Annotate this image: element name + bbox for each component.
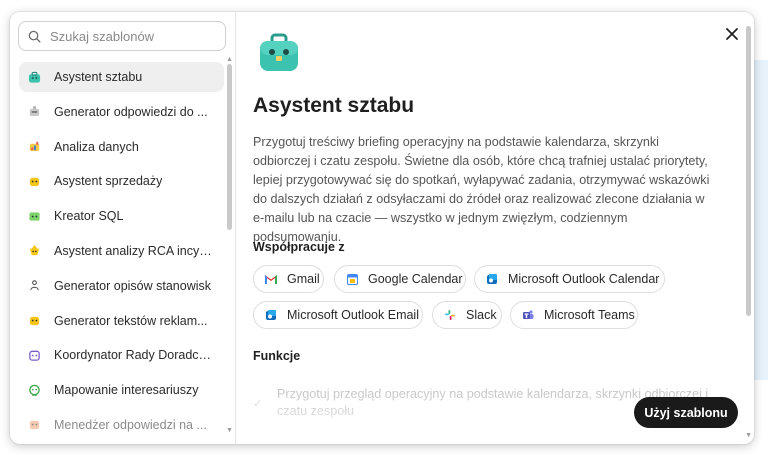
- search-box[interactable]: [18, 21, 226, 51]
- bot-yellow-icon: [28, 175, 41, 188]
- template-item-generator-tekstow[interactable]: Generator tekstów reklam...: [19, 306, 224, 336]
- integration-chip-gmail: Gmail: [253, 265, 324, 293]
- bot-yellow-flame-icon: [28, 244, 41, 257]
- template-item-generator-odpowiedzi[interactable]: Generator odpowiedzi do ...: [19, 97, 224, 127]
- integration-label: Microsoft Outlook Calendar: [508, 272, 660, 286]
- integration-chip-google-calendar: Google Calendar: [334, 265, 466, 293]
- features-heading: Funkcje: [253, 349, 301, 363]
- sidebar-scroll-down[interactable]: ▼: [226, 427, 233, 434]
- close-icon[interactable]: [723, 25, 741, 43]
- template-item-asystent-sprzedazy[interactable]: Asystent sprzedaży: [19, 166, 224, 196]
- template-item-label: Mapowanie interesariuszy: [54, 383, 199, 398]
- bot-orange-icon: [28, 418, 41, 431]
- integration-chip-teams: Microsoft Teams: [510, 301, 638, 329]
- integration-label: Google Calendar: [368, 272, 463, 286]
- checkmark-icon: ✓: [253, 398, 263, 410]
- template-item-label: Asystent sztabu: [54, 70, 143, 84]
- template-item-label: Asystent sprzedaży: [54, 174, 163, 189]
- template-item-label: Generator odpowiedzi do ...: [54, 104, 208, 119]
- template-item-koordynator-rady[interactable]: Koordynator Rady Doradcz...: [19, 340, 224, 370]
- briefcase-teal-icon: [28, 71, 41, 84]
- gmail-icon: [265, 273, 277, 285]
- template-item-label: Generator tekstów reklam...: [54, 313, 208, 328]
- teams-icon: [522, 309, 534, 321]
- integration-label: Microsoft Outlook Email: [287, 308, 419, 322]
- template-item-label: Generator opisów stanowisk: [54, 278, 212, 293]
- bot-green-face-icon: [28, 384, 41, 397]
- integration-chip-outlook-calendar: Microsoft Outlook Calendar: [474, 265, 665, 293]
- template-description: Przygotuj treściwy briefing operacyjny n…: [253, 135, 710, 244]
- search-input[interactable]: [48, 27, 212, 45]
- template-item-asystent-sztabu[interactable]: Asystent sztabu: [19, 62, 224, 92]
- template-item-label: Asystent analizy RCA incyd...: [54, 243, 214, 258]
- slack-icon: [444, 309, 456, 321]
- search-icon: [28, 30, 41, 43]
- sidebar-scrollbar[interactable]: [227, 64, 232, 230]
- template-item-menedzer-odpowiedzi[interactable]: Menedżer odpowiedzi na ...: [19, 410, 224, 440]
- template-item-mapowanie-interesariuszy[interactable]: Mapowanie interesariuszy: [19, 375, 224, 405]
- integration-label: Slack: [466, 308, 497, 322]
- briefcase-teal-icon: [260, 33, 298, 71]
- bot-yellow-small-icon: [28, 314, 41, 327]
- robot-gray-icon: [28, 105, 41, 118]
- template-modal: Asystent sztabu Generator odpowiedzi do …: [10, 12, 754, 444]
- integration-chip-slack: Slack: [432, 301, 502, 329]
- person-outline-icon: [28, 279, 41, 292]
- integrations-heading: Współpracuje z: [253, 240, 345, 254]
- outlook-icon: [265, 309, 277, 321]
- sidebar-scroll-up[interactable]: ▲: [226, 56, 233, 63]
- template-item-label: Koordynator Rady Doradcz...: [54, 348, 214, 363]
- google-calendar-icon: [346, 273, 358, 285]
- bot-green-icon: [28, 210, 41, 223]
- integration-label: Gmail: [287, 272, 320, 286]
- template-item-asystent-analizy-rca[interactable]: Asystent analizy RCA incyd...: [19, 236, 224, 266]
- template-item-generator-opisow[interactable]: Generator opisów stanowisk: [19, 271, 224, 301]
- template-detail: Asystent sztabu Przygotuj treściwy brief…: [236, 12, 754, 444]
- template-sidebar: Asystent sztabu Generator odpowiedzi do …: [10, 12, 236, 444]
- detail-scroll-down[interactable]: ▼: [745, 432, 752, 439]
- integration-chip-outlook-email: Microsoft Outlook Email: [253, 301, 423, 329]
- template-item-label: Analiza danych: [54, 139, 139, 154]
- use-template-button[interactable]: Użyj szablonu: [634, 397, 738, 428]
- template-list: Asystent sztabu Generator odpowiedzi do …: [19, 62, 224, 444]
- template-item-label: Menedżer odpowiedzi na ...: [54, 417, 207, 432]
- bot-purple-icon: [28, 349, 41, 362]
- template-item-label: Kreator SQL: [54, 209, 124, 224]
- chart-colorful-icon: [28, 140, 41, 153]
- integration-label: Microsoft Teams: [544, 308, 635, 322]
- template-title: Asystent sztabu: [253, 94, 415, 117]
- detail-scrollbar[interactable]: [746, 26, 751, 316]
- outlook-icon: [486, 273, 498, 285]
- template-item-analiza-danych[interactable]: Analiza danych: [19, 132, 224, 162]
- template-item-kreator-sql[interactable]: Kreator SQL: [19, 201, 224, 231]
